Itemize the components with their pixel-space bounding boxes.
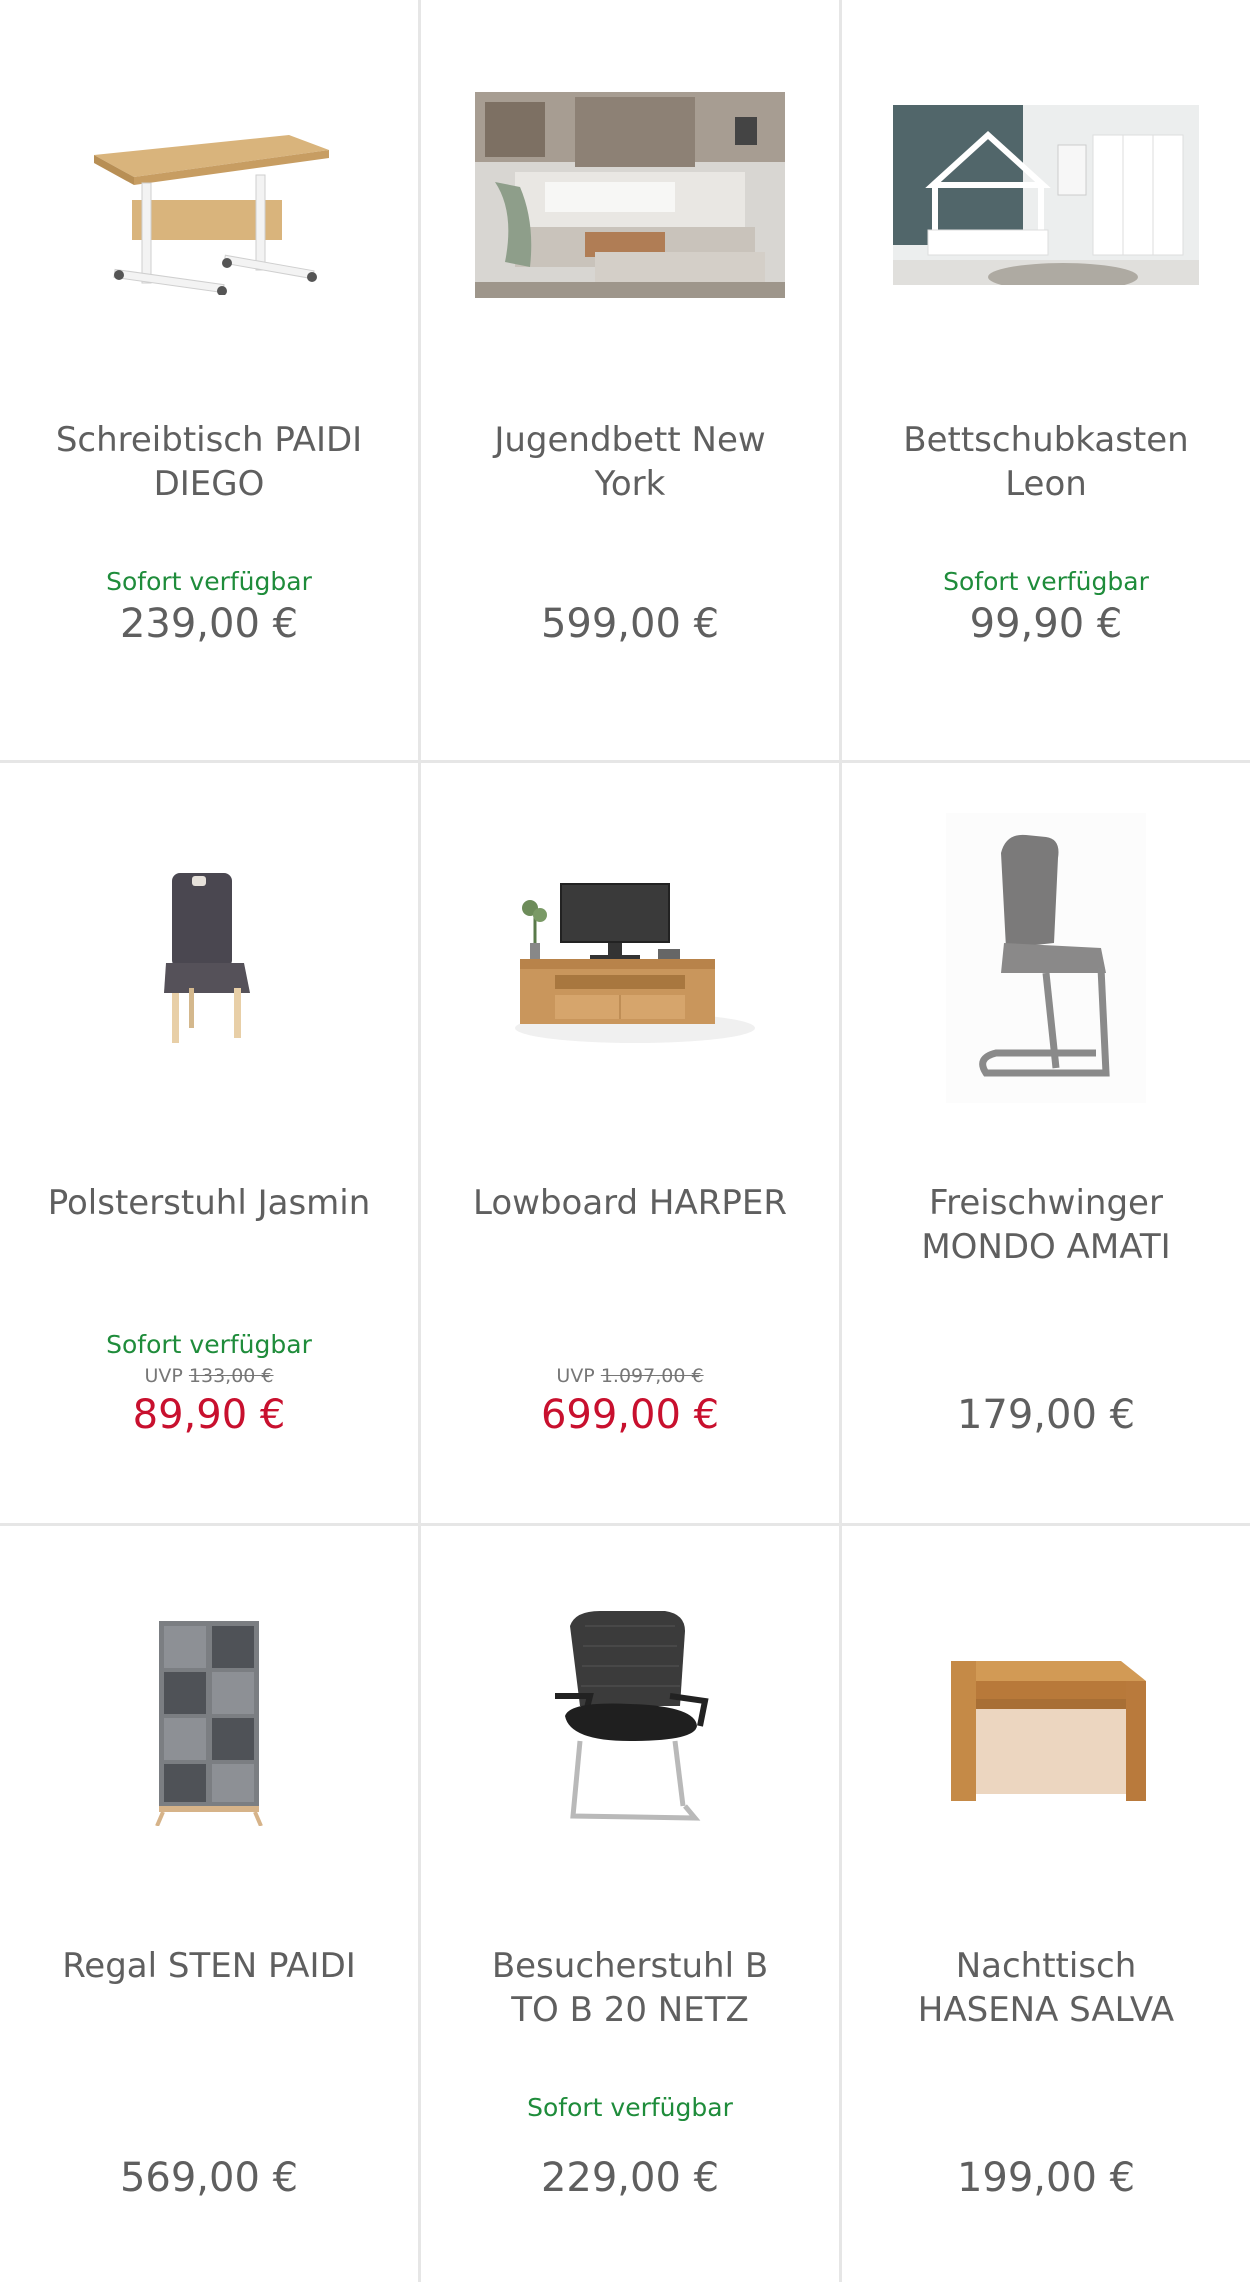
price-box: 569,00 € <box>44 2092 374 2202</box>
nightstand-image-icon[interactable] <box>881 1566 1211 1876</box>
product-title[interactable]: Besucherstuhl B TO B 20 NETZ <box>465 1944 795 2044</box>
lowboard-image-icon[interactable] <box>465 803 795 1113</box>
product-sale-price: 89,90 € <box>132 1392 286 1438</box>
product-card[interactable]: Nachttisch HASENA SALVA 199,00 € <box>842 1526 1250 2282</box>
product-title[interactable]: Freischwinger MONDO AMATI <box>881 1181 1211 1281</box>
product-title[interactable]: Schreibtisch PAIDI DIEGO <box>44 418 374 518</box>
price-box: Sofort verfügbar UVP 133,00 € 89,90 € <box>44 1329 374 1439</box>
product-card[interactable]: Besucherstuhl B TO B 20 NETZ Sofort verf… <box>421 1526 839 2282</box>
availability-label: Sofort verfügbar <box>106 1330 312 1359</box>
price-box: Sofort verfügbar 239,00 € <box>44 566 374 676</box>
product-price: 199,00 € <box>956 2155 1136 2201</box>
product-title[interactable]: Nachttisch HASENA SALVA <box>881 1944 1211 2044</box>
price-box: Sofort verfügbar 99,90 € <box>881 566 1211 676</box>
product-price: 569,00 € <box>119 2155 299 2201</box>
product-card[interactable]: Regal STEN PAIDI 569,00 € <box>0 1526 418 2282</box>
product-price: 239,00 € <box>119 601 299 647</box>
product-price: 179,00 € <box>956 1392 1136 1438</box>
shelf-image-icon[interactable] <box>44 1566 374 1876</box>
product-grid: Schreibtisch PAIDI DIEGO Sofort verfügba… <box>0 0 1250 2282</box>
product-price: 599,00 € <box>540 601 720 647</box>
product-title[interactable]: Regal STEN PAIDI <box>44 1944 374 2044</box>
bed-image-icon[interactable] <box>465 40 795 350</box>
product-card[interactable]: Bettschubkasten Leon Sofort verfügbar 99… <box>842 0 1250 760</box>
product-price: 229,00 € <box>540 2155 720 2201</box>
product-title[interactable]: Jugendbett New York <box>465 418 795 518</box>
product-card[interactable]: Schreibtisch PAIDI DIEGO Sofort verfügba… <box>0 0 418 760</box>
availability-label: Sofort verfügbar <box>527 2093 733 2122</box>
uvp-label: UVP <box>556 1365 595 1387</box>
product-card[interactable]: Polsterstuhl Jasmin Sofort verfügbar UVP… <box>0 763 418 1523</box>
product-card[interactable]: Lowboard HARPER UVP 1.097,00 € 699,00 € <box>421 763 839 1523</box>
product-title[interactable]: Lowboard HARPER <box>465 1181 795 1281</box>
uvp-line: UVP 1.097,00 € <box>465 1363 795 1389</box>
product-card[interactable]: Freischwinger MONDO AMATI 179,00 € <box>842 763 1250 1523</box>
house-bed-image-icon[interactable] <box>881 40 1211 350</box>
product-card[interactable]: Jugendbett New York 599,00 € <box>421 0 839 760</box>
product-title[interactable]: Bettschubkasten Leon <box>881 418 1211 518</box>
uvp-old-price: 133,00 € <box>188 1365 274 1387</box>
price-box: Sofort verfügbar 229,00 € <box>465 2092 795 2202</box>
product-price: 99,90 € <box>969 601 1123 647</box>
availability-label: Sofort verfügbar <box>106 567 312 596</box>
price-box: 599,00 € <box>465 566 795 676</box>
uvp-old-price: 1.097,00 € <box>600 1365 704 1387</box>
uvp-label: UVP <box>144 1365 183 1387</box>
price-box: 179,00 € <box>881 1329 1211 1439</box>
uvp-line: UVP 133,00 € <box>44 1363 374 1389</box>
chair-image-icon[interactable] <box>44 803 374 1113</box>
product-sale-price: 699,00 € <box>540 1392 720 1438</box>
cantilever-chair-image-icon[interactable] <box>881 803 1211 1113</box>
product-title[interactable]: Polsterstuhl Jasmin <box>44 1181 374 1281</box>
availability-label: Sofort verfügbar <box>943 567 1149 596</box>
desk-image-icon[interactable] <box>44 40 374 350</box>
price-box: 199,00 € <box>881 2092 1211 2202</box>
price-box: UVP 1.097,00 € 699,00 € <box>465 1329 795 1439</box>
visitor-chair-image-icon[interactable] <box>465 1566 795 1876</box>
